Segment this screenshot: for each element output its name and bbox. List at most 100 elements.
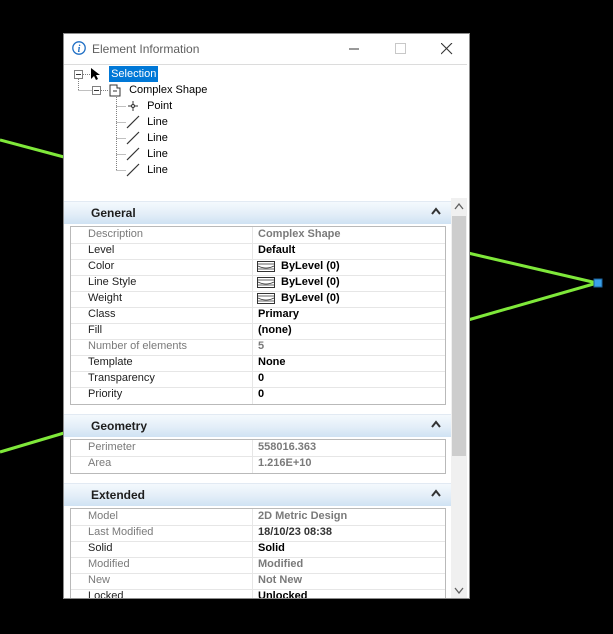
properties-panel: General Description Complex Shape Level De…: [64, 198, 451, 598]
point-icon: [128, 101, 138, 112]
property-row[interactable]: Weight ByLevel (0): [71, 291, 445, 308]
info-icon: i: [72, 41, 86, 55]
property-label: Template: [88, 356, 133, 368]
property-row[interactable]: Transparency 0: [71, 371, 445, 388]
property-row[interactable]: Color ByLevel (0): [71, 259, 445, 276]
shape-line: [467, 251, 598, 285]
property-row[interactable]: Priority 0: [71, 387, 445, 403]
tree-item-selection[interactable]: Selection: [90, 66, 159, 82]
scroll-up-arrow-icon[interactable]: [454, 203, 464, 210]
property-value: 0: [258, 388, 265, 400]
property-row[interactable]: Line Style ByLevel (0): [71, 275, 445, 292]
property-label: Priority: [88, 388, 123, 400]
property-value: 1.216E+10: [258, 457, 312, 469]
title-bar[interactable]: i Element Information: [64, 34, 469, 64]
shape-line: [0, 138, 65, 159]
property-value: Modified: [258, 558, 304, 570]
property-label: Number of elements: [88, 340, 188, 352]
property-value: 558016.363: [258, 441, 317, 453]
color-swatch-icon: [257, 261, 275, 272]
property-label: Weight: [88, 292, 123, 304]
scrollbar-thumb[interactable]: [452, 216, 466, 456]
section-header-extended[interactable]: Extended: [64, 483, 451, 506]
maximize-button[interactable]: [378, 34, 424, 64]
tree-item-label: Line: [147, 132, 168, 144]
property-value: 5: [258, 340, 265, 352]
property-row[interactable]: Locked Unlocked: [71, 589, 445, 598]
scroll-down-arrow-icon[interactable]: [454, 587, 464, 594]
property-label: Solid: [88, 542, 113, 554]
tree-item-point[interactable]: Point: [126, 98, 174, 114]
property-row[interactable]: Perimeter 558016.363: [71, 440, 445, 457]
property-label: Transparency: [88, 372, 155, 384]
tree-item-label: Line: [147, 116, 168, 128]
property-label: Modified: [88, 558, 130, 570]
complex-shape-icon: [109, 84, 121, 97]
chevron-up-icon[interactable]: [431, 489, 441, 497]
property-label: Locked: [88, 590, 124, 598]
maximize-icon: [395, 43, 406, 54]
minimize-button[interactable]: [332, 34, 378, 64]
chevron-up-icon[interactable]: [431, 207, 441, 215]
property-label: Level: [88, 244, 115, 256]
property-row[interactable]: Model 2D Metric Design: [71, 509, 445, 526]
section-title: General: [91, 206, 136, 220]
property-label: Class: [88, 308, 116, 320]
property-row[interactable]: Level Default: [71, 243, 445, 260]
close-icon: [441, 43, 453, 55]
property-value: ByLevel (0): [281, 276, 340, 288]
chevron-up-icon[interactable]: [431, 420, 441, 428]
section-header-general[interactable]: General: [64, 201, 451, 224]
property-label: Model: [88, 510, 118, 522]
vertical-scrollbar[interactable]: [451, 198, 467, 598]
shape-line: [0, 431, 65, 454]
tree-item-complex-shape[interactable]: Complex Shape: [108, 82, 209, 98]
vertex-handle[interactable]: [593, 278, 603, 288]
tree-item-label: Line: [147, 164, 168, 176]
property-value: ByLevel (0): [281, 260, 340, 272]
property-label: Line Style: [88, 276, 137, 288]
property-label: New: [88, 574, 111, 586]
property-value: ByLevel (0): [281, 292, 340, 304]
tree-item-label: Point: [147, 100, 173, 112]
properties-grid-extended: Model 2D Metric Design Last Modified 18/10…: [70, 508, 446, 598]
property-value: Complex Shape: [258, 228, 341, 240]
property-label: Perimeter: [88, 441, 136, 453]
tree-item-line[interactable]: Line: [126, 146, 170, 162]
property-label: Color: [88, 260, 115, 272]
line-icon: [126, 115, 140, 129]
line-icon: [126, 147, 140, 161]
property-row[interactable]: New Not New: [71, 573, 445, 590]
tree-item-line[interactable]: Line: [126, 114, 170, 130]
tree-item-label: Line: [147, 148, 168, 160]
window-title: Element Information: [92, 42, 200, 56]
section-header-geometry[interactable]: Geometry: [64, 414, 451, 437]
close-button[interactable]: [424, 34, 469, 64]
property-value: 18/10/23 08:38: [258, 526, 333, 538]
cursor-arrow-icon: [91, 68, 100, 81]
line-style-swatch-icon: [257, 277, 275, 288]
svg-text:i: i: [78, 44, 81, 55]
properties-grid-geometry: Perimeter 558016.363 Area 1.216E+10: [70, 439, 446, 474]
minimize-icon: [349, 48, 359, 50]
property-row[interactable]: Class Primary: [71, 307, 445, 324]
property-row[interactable]: Description Complex Shape: [71, 227, 445, 244]
property-row[interactable]: Area 1.216E+10: [71, 456, 445, 472]
property-row[interactable]: Fill (none): [71, 323, 445, 340]
property-row[interactable]: Modified Modified: [71, 557, 445, 574]
property-row[interactable]: Last Modified 18/10/23 08:38: [71, 525, 445, 542]
tree-item-line[interactable]: Line: [126, 130, 170, 146]
property-label: Description: [88, 228, 144, 240]
property-value: Solid: [258, 542, 285, 554]
tree-item-label: Complex Shape: [129, 84, 208, 96]
shape-line: [467, 281, 598, 322]
tree-item-label: Selection: [109, 66, 159, 82]
property-label: Last Modified: [88, 526, 154, 538]
property-value: Unlocked: [258, 590, 308, 598]
property-row[interactable]: Solid Solid: [71, 541, 445, 558]
tree-item-line[interactable]: Line: [126, 162, 170, 178]
property-value: 0: [258, 372, 265, 384]
property-row[interactable]: Template None: [71, 355, 445, 372]
property-label: Fill: [88, 324, 103, 336]
property-row[interactable]: Number of elements 5: [71, 339, 445, 356]
